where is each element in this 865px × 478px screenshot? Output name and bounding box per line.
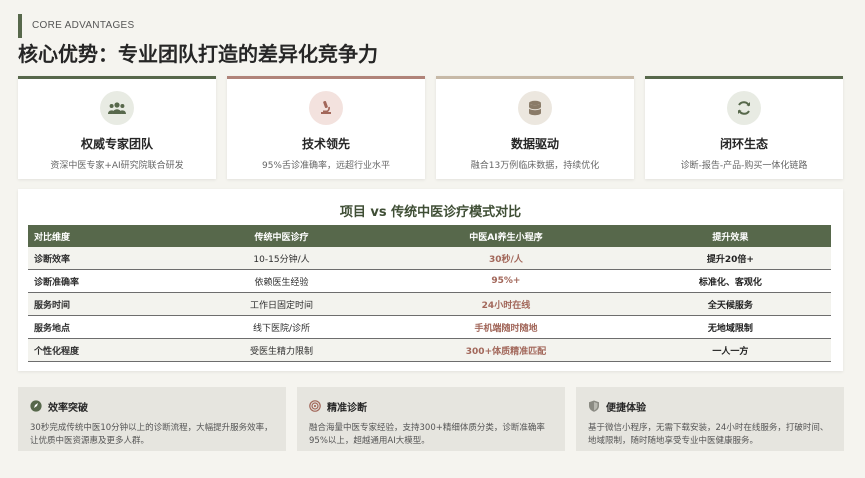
ai-cell: 手机端随时随地 xyxy=(382,315,630,339)
traditional-cell: 工作日固定时间 xyxy=(180,292,383,316)
dimension-cell: 诊断效率 xyxy=(28,247,181,270)
column-header: 对比维度 xyxy=(28,225,181,247)
dimension-cell: 服务时间 xyxy=(28,292,181,316)
card-title: 技术领先 xyxy=(301,137,350,151)
table-header-row: 对比维度 传统中医诊疗 中医AI养生小程序 提升效果 xyxy=(28,225,831,247)
effect-cell: 标准化、客观化 xyxy=(629,269,831,293)
sync-icon xyxy=(727,91,761,125)
ai-cell: 24小时在线 xyxy=(382,292,630,316)
shield-icon xyxy=(588,397,600,416)
advantage-cards: 权威专家团队 资深中医专家+AI研究院联合研发 技术领先 95%舌诊准确率，远超… xyxy=(18,76,843,179)
card-subtitle: 诊断-报告-产品-购买一体化链路 xyxy=(680,161,808,171)
traditional-cell: 线下医院/诊所 xyxy=(180,315,383,339)
traditional-cell: 受医生精力限制 xyxy=(180,338,383,362)
benefit-text: 30秒完成传统中医10分钟以上的诊断流程，大幅提升服务效率，让优质中医资源惠及更… xyxy=(30,423,273,446)
ai-cell: 30秒/人 xyxy=(382,247,630,270)
benefit-cards: 效率突破 30秒完成传统中医10分钟以上的诊断流程，大幅提升服务效率，让优质中医… xyxy=(18,387,844,451)
database-icon xyxy=(518,91,552,125)
dimension-cell: 诊断准确率 xyxy=(28,269,181,293)
table-row: 服务时间 工作日固定时间 24小时在线 全天候服务 xyxy=(28,292,831,316)
benefit-title: 便捷体验 xyxy=(606,403,646,414)
card-subtitle: 95%舌诊准确率，远超行业水平 xyxy=(261,161,390,171)
effect-cell: 全天候服务 xyxy=(629,292,831,316)
benefit-title: 效率突破 xyxy=(48,403,88,414)
ai-cell: 300+体质精准匹配 xyxy=(382,338,630,362)
column-header: 提升效果 xyxy=(629,225,831,247)
card-title: 数据驱动 xyxy=(510,137,559,151)
advantage-card-data: 数据驱动 融合13万例临床数据，持续优化 xyxy=(436,76,634,179)
advantage-card-ecosystem: 闭环生态 诊断-报告-产品-购买一体化链路 xyxy=(645,76,843,179)
users-icon xyxy=(100,91,134,125)
benefit-title: 精准诊断 xyxy=(327,403,367,414)
card-title: 闭环生态 xyxy=(719,137,768,151)
benefit-text: 融合海量中医专家经验，支持300+精细体质分类，诊断准确率95%以上，超越通用A… xyxy=(309,423,545,446)
benefit-card-convenience: 便捷体验 基于微信小程序，无需下载安装，24小时在线服务，打破时间、地域限制，随… xyxy=(576,387,844,451)
dimension-cell: 个性化程度 xyxy=(28,338,181,362)
card-title: 权威专家团队 xyxy=(80,137,153,151)
card-subtitle: 融合13万例临床数据，持续优化 xyxy=(470,161,600,171)
effect-cell: 一人一方 xyxy=(629,338,831,362)
benefit-card-efficiency: 效率突破 30秒完成传统中医10分钟以上的诊断流程，大幅提升服务效率，让优质中医… xyxy=(18,387,286,451)
section-eyebrow: CORE ADVANTAGES xyxy=(18,14,134,38)
page-title: 核心优势：专业团队打造的差异化竞争力 xyxy=(18,42,378,66)
comparison-panel: 项目 vs 传统中医诊疗模式对比 对比维度 传统中医诊疗 中医AI养生小程序 提… xyxy=(18,189,843,371)
benefit-text: 基于微信小程序，无需下载安装，24小时在线服务，打破时间、地域限制，随时随地享受… xyxy=(588,423,829,446)
dimension-cell: 服务地点 xyxy=(28,315,181,339)
column-header: 传统中医诊疗 xyxy=(180,225,383,247)
ai-cell: 95%+ xyxy=(382,269,630,293)
table-row: 诊断效率 10-15分钟/人 30秒/人 提升20倍+ xyxy=(28,247,831,270)
column-header: 中医AI养生小程序 xyxy=(382,225,630,247)
table-row: 服务地点 线下医院/诊所 手机端随时随地 无地域限制 xyxy=(28,315,831,339)
traditional-cell: 10-15分钟/人 xyxy=(180,247,383,270)
comparison-table: 对比维度 传统中医诊疗 中医AI养生小程序 提升效果 诊断效率 10-15分钟/… xyxy=(28,225,831,362)
advantage-card-team: 权威专家团队 资深中医专家+AI研究院联合研发 xyxy=(18,76,216,179)
target-icon xyxy=(309,397,321,416)
table-row: 诊断准确率 依赖医生经验 95%+ 标准化、客观化 xyxy=(28,269,831,293)
advantage-card-tech: 技术领先 95%舌诊准确率，远超行业水平 xyxy=(227,76,425,179)
microscope-icon xyxy=(309,91,343,125)
traditional-cell: 依赖医生经验 xyxy=(180,269,383,293)
rocket-icon xyxy=(30,397,42,416)
comparison-title: 项目 vs 传统中医诊疗模式对比 xyxy=(339,205,522,220)
table-row: 个性化程度 受医生精力限制 300+体质精准匹配 一人一方 xyxy=(28,338,831,362)
effect-cell: 无地域限制 xyxy=(629,315,831,339)
benefit-card-precision: 精准诊断 融合海量中医专家经验，支持300+精细体质分类，诊断准确率95%以上，… xyxy=(297,387,565,451)
card-subtitle: 资深中医专家+AI研究院联合研发 xyxy=(50,161,184,171)
effect-cell: 提升20倍+ xyxy=(629,247,831,270)
